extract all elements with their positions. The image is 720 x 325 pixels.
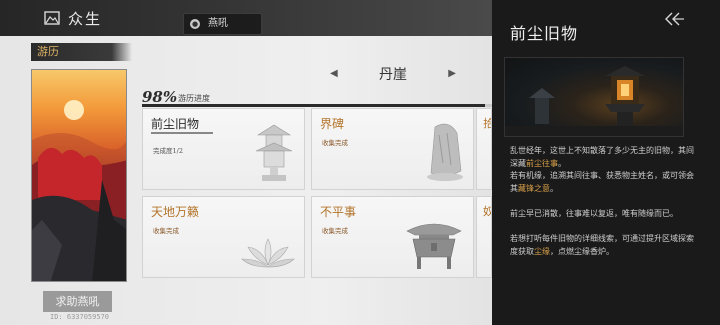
detail-paragraph-3: 前尘早已消散，往事难以复返，唯有随缘而已。 [510,209,678,218]
progress-track [142,104,492,107]
highlight-text: 藏锋之意 [518,183,550,193]
progress-fill [142,104,485,107]
card-nature-sounds[interactable]: 天地万籁 收集完成 [142,196,305,278]
highlight-text: 尘缘 [534,246,550,256]
card-title: 奴 [483,203,491,219]
card-title: 天地万籁 [151,205,200,219]
companion-chip[interactable]: ● 燕吼 [183,13,262,35]
ask-help-button[interactable]: 求助燕吼 [43,291,112,312]
travel-tab[interactable]: 游历 [31,43,132,61]
card-partial-2[interactable]: 奴 [476,196,492,278]
lotus-icon [241,238,295,268]
card-title: 前尘旧物 [151,117,200,131]
card-subtitle: 收集完成 [322,227,348,235]
caret-right-icon[interactable]: ▶ [448,68,456,79]
sunset-mountain-icon [32,100,126,281]
card-title: 拾 [483,115,491,131]
card-divider [151,132,213,134]
detail-panel: 前尘旧物 乱世经年，这世上不知散落了多少无主的旧物，其间深藏前尘往事。 若有机缘… [492,0,720,325]
shrine-lantern-icon [505,58,683,136]
progress-label: 游历进度 [178,94,210,103]
detail-paragraph-1: 乱世经年，这世上不知散落了多少无主的旧物，其间深藏前尘往事。 [510,145,700,170]
card-subtitle: 收集完成 [322,139,348,147]
gallery-icon [44,11,60,25]
detail-paragraph-4: 若想打听每件旧物的详细线索，可通过提升区域探索度获取尘缘，点燃尘缘香炉。 [510,233,700,258]
card-partial-1[interactable]: 拾 [476,108,492,190]
text-segment: 。 [558,158,566,168]
circle-badge-icon: ● [190,19,200,29]
card-boundary-stele[interactable]: 界碑 收集完成 [311,108,474,190]
text-segment: 。 [550,183,558,193]
travel-progress: 98% 游历进度 [142,88,492,108]
page-title: 众生 [68,10,103,28]
card-title: 界碑 [320,117,345,131]
highlight-text: 前尘往事 [526,158,558,168]
card-injustice[interactable]: 不平事 收集完成 [311,196,474,278]
card-title: 不平事 [320,205,357,219]
card-old-relics[interactable]: 前尘旧物 完成度1/2 [142,108,305,190]
text-segment: ，点燃尘缘香炉。 [550,246,614,256]
card-subtitle: 完成度1/2 [153,147,183,155]
pagoda-lantern-icon [255,124,293,181]
card-subtitle: 收集完成 [153,227,179,235]
stone-stele-icon [427,123,463,181]
user-id: ID: 6337059570 [50,313,110,321]
bronze-censer-icon [406,223,462,269]
detail-image [504,57,684,137]
chip-label: 燕吼 [208,18,228,29]
region-name: 丹崖 [379,67,407,83]
region-selector: ◀ 丹崖 ▶ [330,64,456,84]
travel-scene-image [31,69,127,282]
detail-paragraph-2: 若有机缘，追溯其间往事、获悉物主姓名，或可领会其藏锋之意。 [510,170,700,195]
detail-title: 前尘旧物 [510,24,579,43]
double-chevron-left-icon[interactable] [663,12,685,26]
